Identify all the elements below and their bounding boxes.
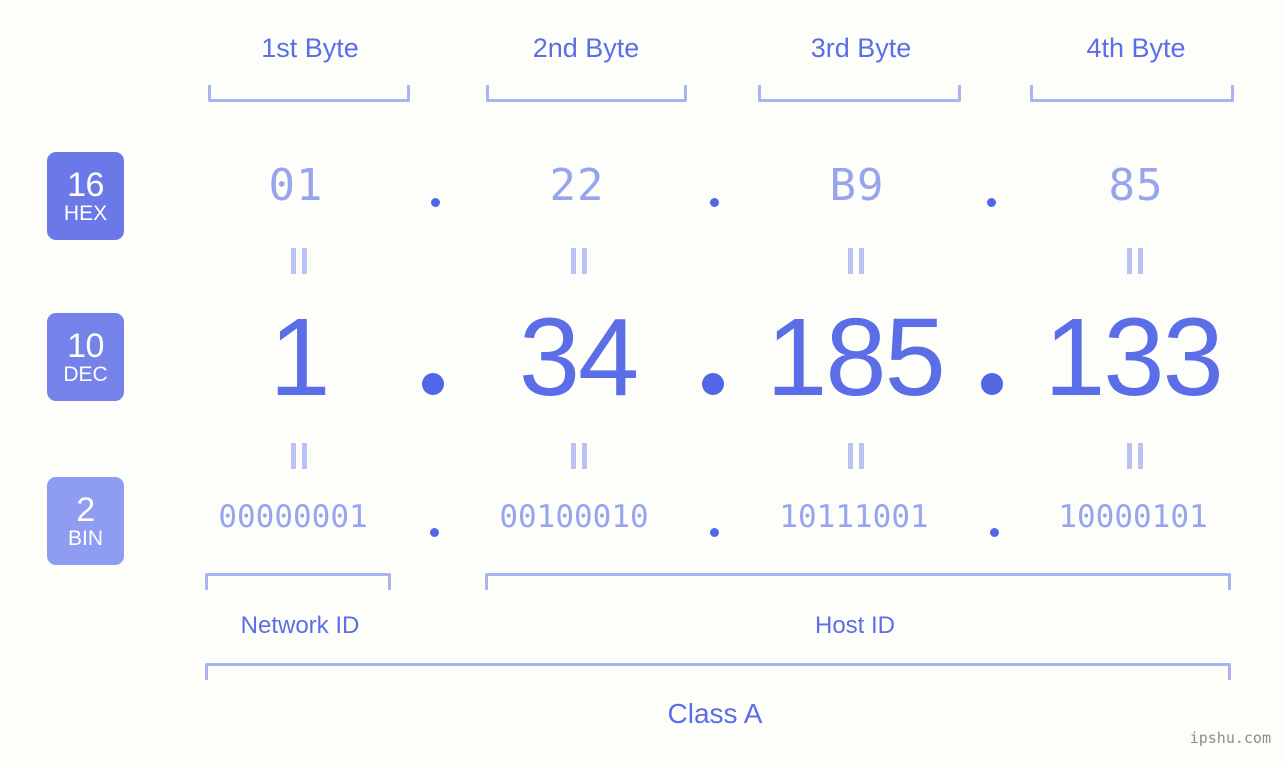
- byte-header-1: 1st Byte: [190, 33, 430, 64]
- dec-octet-1: 1: [269, 296, 330, 419]
- dec-separator-dot-2: [702, 373, 724, 395]
- hex-separator-dot-1: [431, 198, 440, 207]
- hex-octet-4: 85: [1108, 160, 1164, 211]
- dec-octet-3: 185: [766, 296, 946, 419]
- byte-bracket-1: [208, 85, 410, 102]
- equals-icon: [291, 443, 310, 469]
- radix-badge-word: BIN: [67, 527, 103, 550]
- network-id-bracket: [205, 573, 391, 590]
- hex-separator-dot-3: [987, 198, 996, 207]
- byte-header-3: 3rd Byte: [741, 33, 981, 64]
- byte-bracket-2: [486, 85, 687, 102]
- radix-badge-word: HEX: [63, 202, 108, 225]
- hex-octet-2: 22: [549, 160, 605, 211]
- byte-header-label: 1st Byte: [261, 33, 359, 63]
- equals-icon: [291, 248, 310, 274]
- byte-header-2: 2nd Byte: [466, 33, 706, 64]
- equals-icon: [1127, 443, 1146, 469]
- byte-header-label: 4th Byte: [1086, 33, 1186, 63]
- class-label: Class A: [595, 698, 835, 730]
- dec-separator-dot-3: [981, 373, 1003, 395]
- radix-badge-number: 10: [67, 327, 104, 365]
- equals-icon: [571, 443, 590, 469]
- byte-bracket-4: [1030, 85, 1234, 102]
- bin-octet-2: 00100010: [499, 499, 649, 535]
- radix-badge-dec: 10 DEC: [47, 313, 124, 401]
- bin-separator-dot-3: [990, 528, 999, 537]
- equals-icon: [571, 248, 590, 274]
- equals-icon: [848, 443, 867, 469]
- network-id-text: Network ID: [240, 612, 360, 639]
- hex-octet-3: B9: [829, 160, 885, 211]
- byte-header-label: 2nd Byte: [532, 33, 640, 63]
- bin-octet-4: 10000101: [1058, 499, 1208, 535]
- dec-octet-4: 133: [1044, 296, 1224, 419]
- byte-bracket-3: [758, 85, 961, 102]
- dec-separator-dot-1: [422, 373, 444, 395]
- bin-separator-dot-1: [430, 528, 439, 537]
- equals-icon: [1127, 248, 1146, 274]
- host-id-bracket: [485, 573, 1231, 590]
- hex-octet-1: 01: [268, 160, 324, 211]
- class-bracket: [205, 663, 1231, 680]
- radix-badge-word: DEC: [63, 363, 108, 386]
- bin-octet-1: 00000001: [218, 499, 368, 535]
- bin-octet-3: 10111001: [779, 499, 929, 535]
- radix-badge-bin: 2 BIN: [47, 477, 124, 565]
- dec-octet-2: 34: [518, 296, 639, 419]
- byte-header-label: 3rd Byte: [810, 33, 912, 63]
- watermark: ipshu.com: [1189, 729, 1271, 747]
- bin-separator-dot-2: [710, 528, 719, 537]
- radix-badge-hex: 16 HEX: [47, 152, 124, 240]
- host-id-label: Host ID: [735, 612, 975, 640]
- radix-badge-number: 16: [67, 166, 104, 204]
- equals-icon: [848, 248, 867, 274]
- network-id-label: Network ID: [180, 612, 420, 640]
- class-label-text: Class A: [667, 698, 763, 729]
- radix-badge-number: 2: [76, 491, 95, 529]
- byte-header-4: 4th Byte: [1016, 33, 1256, 64]
- host-id-text: Host ID: [814, 612, 895, 639]
- hex-separator-dot-2: [710, 198, 719, 207]
- ip-address-breakdown-diagram: 1st Byte 2nd Byte 3rd Byte 4th Byte 16 H…: [0, 0, 1285, 767]
